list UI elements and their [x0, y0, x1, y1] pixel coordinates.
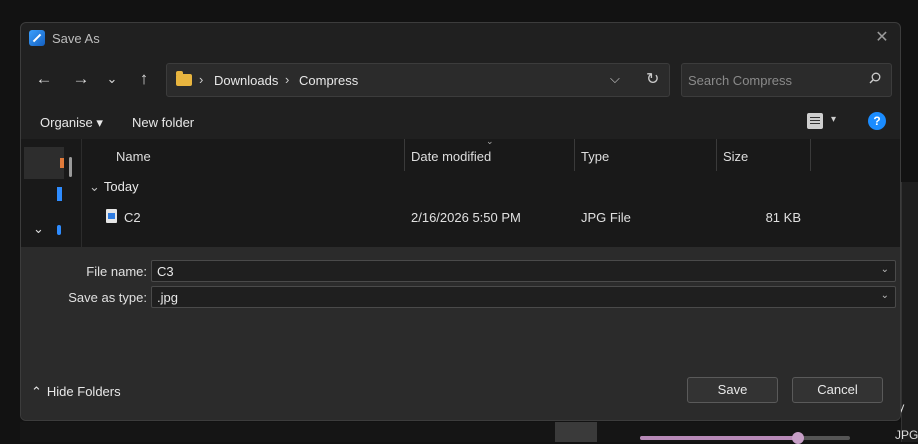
save-as-type-select[interactable]: .jpg ⌄	[151, 286, 896, 308]
background-slider[interactable]	[640, 432, 850, 444]
file-row[interactable]: C2 2/16/2026 5:50 PM JPG File 81 KB	[83, 201, 823, 233]
folder-icon	[176, 71, 192, 86]
hide-folders-button[interactable]: ⌃ Hide Folders	[31, 384, 121, 400]
pane-divider[interactable]	[81, 139, 82, 247]
back-button[interactable]: ←	[32, 67, 56, 91]
chevron-down-icon[interactable]: ⌄	[881, 264, 889, 275]
organise-button[interactable]: Organise ▾	[40, 115, 103, 131]
chevron-down-icon[interactable]: ⌄	[881, 290, 889, 301]
save-button[interactable]: Save	[687, 377, 778, 403]
view-options-icon[interactable]	[807, 113, 823, 129]
command-bar: Organise ▾ New folder ▾ ?	[21, 105, 900, 139]
group-header-today[interactable]: ⌄ Today	[89, 179, 139, 195]
save-as-type-label: Save as type:	[68, 290, 147, 305]
column-header-type[interactable]: Type	[575, 139, 717, 171]
breadcrumb-downloads[interactable]: Downloads	[214, 73, 278, 88]
breadcrumb-compress[interactable]: Compress	[299, 73, 358, 88]
file-browser: ⌄ Name ⌄ Date modified Type Size ⌄ Today …	[21, 136, 900, 247]
navigation-bar: ← → ⌄ ↑ › Downloads › Compress ⌵ ↻	[21, 53, 900, 105]
slider-fill	[640, 436, 798, 440]
new-folder-button[interactable]: New folder	[132, 115, 194, 130]
recent-locations-button[interactable]: ⌄	[100, 67, 124, 91]
nav-pane-item-home[interactable]	[24, 147, 64, 179]
file-name-field[interactable]: C3 ⌄	[151, 260, 896, 282]
back-arrow-icon: ←	[35, 69, 53, 88]
search-box[interactable]	[681, 63, 892, 97]
nav-pane-scrollbar[interactable]	[69, 157, 72, 177]
column-header-name[interactable]: Name	[83, 139, 405, 171]
nav-pane-item-desktop[interactable]	[57, 187, 62, 201]
file-date-modified: 2/16/2026 5:50 PM	[411, 210, 521, 225]
column-header-type-label: Type	[581, 149, 610, 164]
up-arrow-icon: ↑	[139, 69, 149, 88]
cancel-button[interactable]: Cancel	[792, 377, 883, 403]
address-dropdown-icon[interactable]: ⌵	[610, 71, 620, 87]
view-dropdown-icon[interactable]: ▾	[831, 114, 836, 125]
forward-button[interactable]: →	[69, 67, 93, 91]
navigation-pane: ⌄	[21, 139, 83, 247]
breadcrumb-separator: ›	[199, 72, 204, 87]
refresh-icon[interactable]: ↻	[646, 69, 659, 89]
column-header-size[interactable]: Size	[717, 139, 811, 171]
group-label: Today	[103, 179, 139, 194]
column-header-date-modified[interactable]: Date modified	[405, 139, 575, 171]
file-name-value: C3	[157, 264, 174, 279]
save-form: File name: C3 ⌄ Save as type: .jpg ⌄ ⌃ Hi…	[21, 247, 900, 420]
column-header-size-label: Size	[723, 149, 749, 164]
up-button[interactable]: ↑	[132, 67, 156, 91]
close-button[interactable]: ✕	[870, 27, 894, 49]
chevron-down-icon: ⌄	[106, 71, 118, 86]
column-header-date-label: Date modified	[411, 149, 492, 164]
forward-arrow-icon: →	[72, 69, 90, 88]
file-size: 81 KB	[765, 210, 801, 225]
background-text-bottom: JPG	[895, 428, 918, 442]
file-name: C2	[124, 210, 141, 225]
address-bar[interactable]: › Downloads › Compress ⌵ ↻	[166, 63, 670, 97]
image-file-icon	[106, 209, 117, 223]
background-strip	[555, 422, 597, 442]
help-icon[interactable]: ?	[868, 112, 886, 130]
chevron-up-icon: ⌃	[31, 384, 42, 399]
nav-pane-expand-icon[interactable]: ⌄	[33, 221, 44, 237]
close-icon: ✕	[875, 29, 889, 46]
nav-pane-item-onedrive[interactable]	[57, 225, 61, 235]
dialog-title: Save As	[52, 31, 100, 46]
slider-thumb[interactable]	[792, 432, 804, 444]
file-type: JPG File	[581, 210, 631, 225]
save-as-type-value: .jpg	[157, 290, 178, 305]
title-bar: Save As ✕	[21, 23, 900, 53]
save-as-dialog: Save As ✕ ← → ⌄ ↑ › Downloads › Compress…	[20, 22, 901, 421]
hide-folders-label: Hide Folders	[46, 384, 121, 399]
breadcrumb-separator: ›	[285, 72, 290, 87]
file-name-label: File name:	[86, 264, 147, 279]
column-header-name-label: Name	[116, 149, 151, 164]
search-input[interactable]	[688, 71, 858, 89]
chevron-down-icon: ⌄	[89, 179, 100, 194]
search-icon[interactable]	[869, 72, 881, 84]
app-icon	[29, 30, 45, 46]
